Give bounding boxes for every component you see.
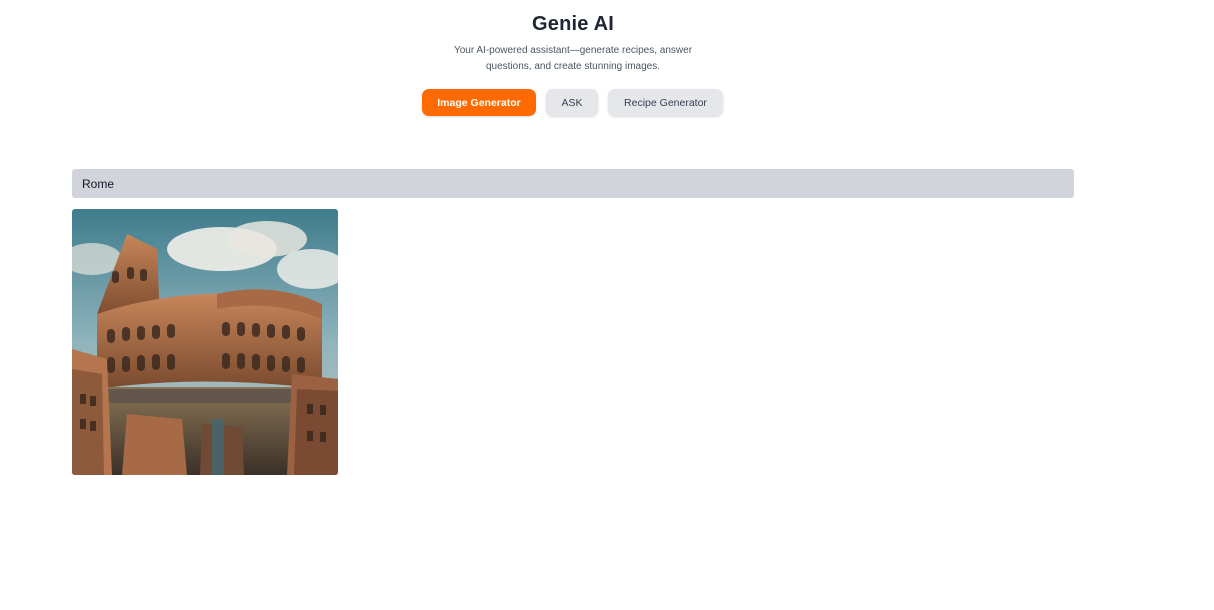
tab-image-generator[interactable]: Image Generator — [422, 89, 536, 116]
tab-recipe-generator[interactable]: Recipe Generator — [608, 89, 723, 116]
tab-ask[interactable]: ASK — [546, 89, 598, 116]
page-title: Genie AI — [532, 13, 614, 35]
mode-tabs: Image Generator ASK Recipe Generator — [422, 89, 723, 116]
generated-image — [72, 209, 338, 475]
page-subtitle: Your AI-powered assistant—generate recip… — [453, 45, 693, 72]
colosseum-image — [72, 209, 338, 475]
prompt-input[interactable] — [72, 169, 1074, 198]
